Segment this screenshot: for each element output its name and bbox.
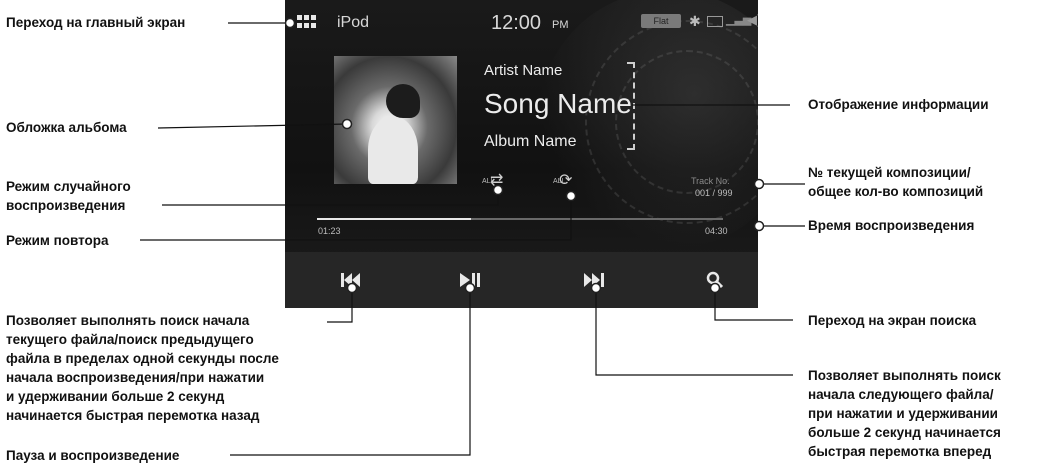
- callout-track-line2: общее кол-во композиций: [808, 184, 984, 199]
- callout-time: Время воспроизведения: [808, 218, 975, 233]
- callout-prev-line3: файла в пределах одной секунды после: [6, 351, 279, 366]
- callout-prev-line1: Позволяет выполнять поиск начала: [6, 313, 250, 328]
- callout-next-line2: начала следующего файла/: [808, 387, 994, 402]
- callout-shuffle-line2: воспроизведения: [6, 198, 126, 213]
- callout-prev-line6: начинается быстрая перемотка назад: [6, 408, 260, 423]
- callout-next-line4: больше 2 секунд начинается: [808, 425, 1001, 440]
- callout-prev-line5: и удерживании больше 2 секунд: [6, 389, 225, 404]
- callout-search: Переход на экран поиска: [808, 313, 977, 328]
- callout-pause: Пауза и воспроизведение: [6, 448, 180, 463]
- callout-repeat: Режим повтора: [6, 233, 109, 248]
- callout-next-line1: Позволяет выполнять поиск: [808, 368, 1001, 383]
- callout-next-line5: быстрая перемотка вперед: [808, 444, 992, 459]
- callout-album-art: Обложка альбома: [6, 120, 127, 135]
- callout-shuffle-line1: Режим случайного: [6, 179, 131, 194]
- callout-prev-line2: текущего файла/поиск предыдущего: [6, 332, 254, 347]
- callout-home: Переход на главный экран: [6, 15, 186, 30]
- callout-track-line1: № текущей композиции/: [808, 165, 971, 180]
- callout-prev-line4: начала воспроизведения/при нажатии: [6, 370, 265, 385]
- callout-info: Отображение информации: [808, 97, 989, 112]
- callout-next-line3: при нажатии и удерживании: [808, 406, 998, 421]
